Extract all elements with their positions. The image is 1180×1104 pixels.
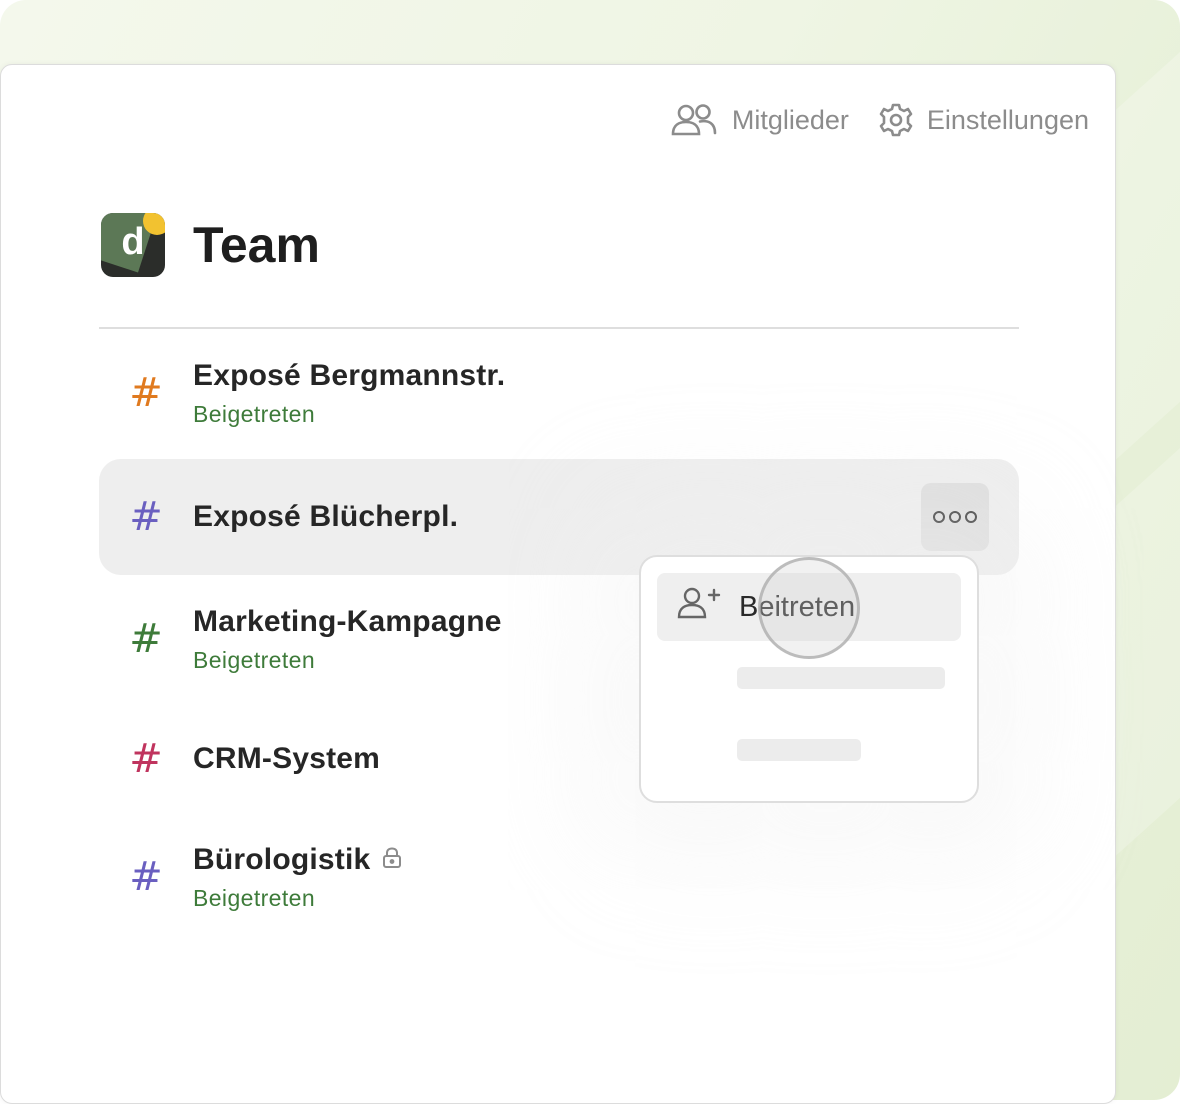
more-options-button[interactable] [921, 483, 989, 551]
members-button[interactable]: Mitglieder [670, 103, 849, 137]
logo-letter: d [121, 221, 145, 263]
dot [933, 511, 945, 523]
channel-item[interactable]: # Bürologistik Beigetreten [99, 837, 1019, 917]
channel-status: Beigetreten [193, 646, 316, 673]
page-title: Team [193, 217, 320, 273]
channel-name: Marketing-Kampagne [193, 604, 502, 638]
dot [965, 511, 977, 523]
hash-icon: # [129, 736, 163, 782]
header-actions: Mitglieder Einstellungen [670, 103, 1089, 137]
hash-icon: # [129, 370, 163, 416]
users-icon [670, 103, 718, 137]
hash-icon: # [129, 854, 163, 900]
channel-item[interactable]: # Exposé Bergmannstr. Beigetreten [99, 353, 1019, 433]
channel-name-row: Bürologistik [193, 843, 402, 877]
hash-icon: # [129, 616, 163, 662]
lock-icon [382, 843, 402, 877]
workspace-header: d Team [101, 213, 320, 277]
workspace-logo: d [101, 213, 165, 277]
menu-item-placeholder [737, 739, 861, 761]
channel-name: Exposé Blücherpl. [193, 500, 459, 533]
channel-name: CRM-System [193, 742, 381, 775]
cursor-indicator [758, 557, 860, 659]
menu-item-placeholder [737, 667, 945, 689]
hash-icon: # [129, 494, 163, 540]
dot [949, 511, 961, 523]
settings-button[interactable]: Einstellungen [879, 103, 1089, 137]
members-label: Mitglieder [731, 104, 849, 135]
settings-label: Einstellungen [926, 104, 1089, 135]
gear-icon [879, 103, 913, 137]
team-panel: Mitglieder Einstellungen d Team # Exposé… [0, 64, 1116, 1104]
channel-name: Bürologistik [193, 842, 371, 876]
channel-status: Beigetreten [193, 400, 316, 427]
channel-name: Exposé Bergmannstr. [193, 358, 506, 392]
channel-status: Beigetreten [193, 884, 316, 911]
divider [99, 327, 1019, 329]
user-plus-icon [677, 586, 721, 628]
